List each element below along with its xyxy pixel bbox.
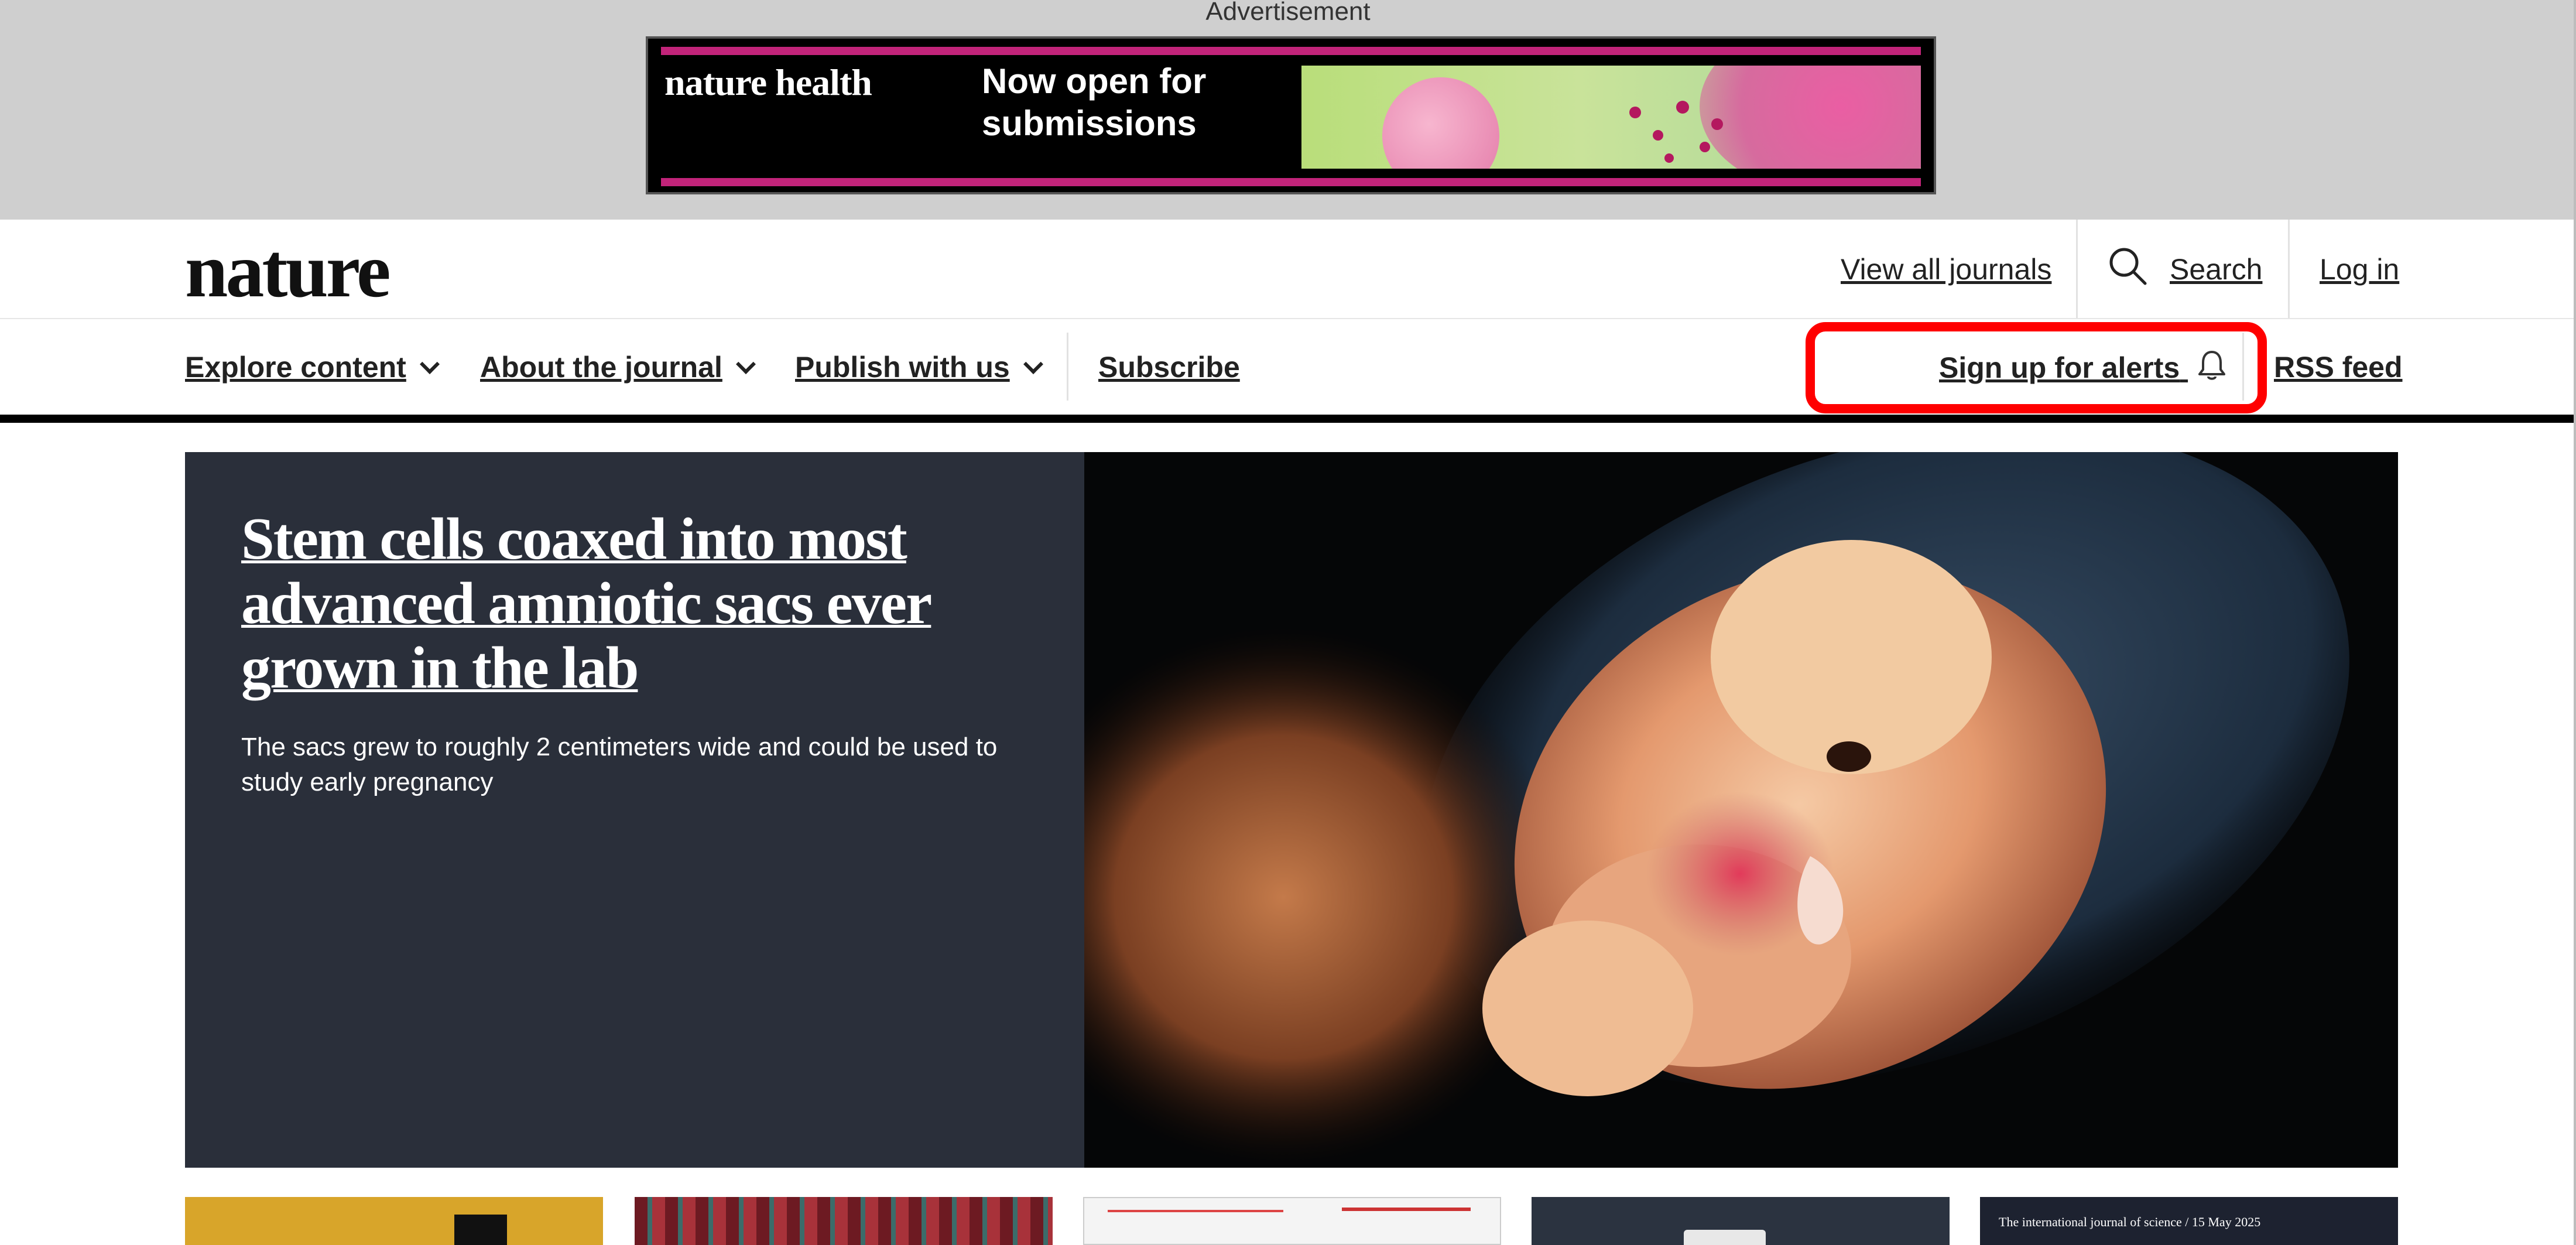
story-thumbnail[interactable] [635, 1197, 1053, 1245]
ad-banner[interactable]: nature health Now open for submissions [646, 36, 1936, 194]
hero-image-embryo[interactable] [1084, 452, 2398, 1168]
ad-stripe-bottom [661, 178, 1921, 186]
story-thumbnail[interactable] [1083, 1197, 1501, 1245]
nav-bottom-rule [0, 415, 2576, 423]
nav-subscribe[interactable]: Subscribe [1098, 350, 1240, 385]
hero-standfirst: The sacs grew to roughly 2 centimeters w… [241, 733, 998, 796]
ad-cta-line-2: submissions [982, 104, 1197, 143]
ad-brand-logo: nature health [664, 61, 872, 103]
nav-divider [1067, 333, 1068, 401]
search-icon[interactable] [2108, 246, 2149, 293]
view-all-journals-link[interactable]: View all journals [1841, 252, 2051, 287]
header-divider [2076, 220, 2078, 318]
story-thumbnail[interactable] [185, 1197, 603, 1245]
story-thumbnail[interactable] [1532, 1197, 1950, 1245]
nav-explore-label: Explore content [185, 351, 406, 384]
chevron-down-icon [735, 354, 756, 374]
ad-art-blob [1700, 66, 1921, 169]
login-link[interactable]: Log in [2320, 252, 2399, 287]
ad-art-dot [1664, 153, 1674, 163]
header-divider [2288, 220, 2290, 318]
nav-publish-label: Publish with us [795, 351, 1010, 384]
thumbnail-shape [454, 1215, 507, 1245]
ad-cta-line-1: Now open for [982, 61, 1207, 101]
advertisement-label: Advertisement [1205, 0, 1371, 26]
journal-cover-thumbnail[interactable]: The international journal of science / 1… [1980, 1197, 2398, 1245]
ad-artwork [1301, 66, 1921, 169]
ad-art-dot [1700, 142, 1710, 152]
chevron-down-icon [1023, 354, 1043, 374]
ad-art-dot [1653, 130, 1663, 141]
search-link[interactable]: Search [2170, 252, 2262, 287]
alerts-highlight-box [1806, 322, 2267, 413]
nav-explore-content[interactable]: Explore content [185, 350, 440, 385]
chevron-down-icon [419, 354, 440, 374]
thumbnail-chart-bar [1342, 1208, 1471, 1211]
nature-logo[interactable]: nature [185, 230, 391, 312]
thumbnail-chart-line [1108, 1210, 1283, 1212]
hero-headline-link[interactable]: Stem cells coaxed into most advanced amn… [241, 507, 1037, 700]
window-edge [2574, 0, 2576, 1245]
ad-art-dot [1676, 101, 1689, 114]
ad-art-dot [1629, 107, 1641, 118]
ad-art-dot [1711, 118, 1723, 130]
thumbnail-pattern [635, 1197, 1053, 1245]
ad-art-circle [1382, 77, 1499, 169]
nav-about-label: About the journal [480, 351, 722, 384]
thumbnail-device [1684, 1230, 1766, 1245]
nav-about-journal[interactable]: About the journal [480, 350, 756, 385]
ad-stripe-top [661, 47, 1921, 55]
nav-publish-with-us[interactable]: Publish with us [795, 350, 1043, 385]
rss-feed-link[interactable]: RSS feed [2274, 350, 2403, 385]
journal-cover-text: The international journal of science / 1… [1999, 1215, 2261, 1229]
